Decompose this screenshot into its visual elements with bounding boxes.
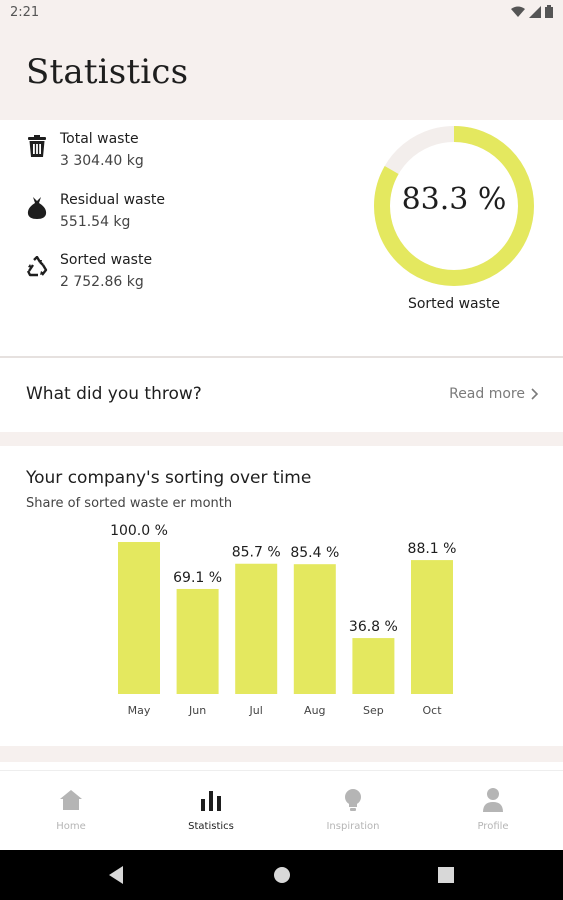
nav-label: Home: [56, 821, 86, 832]
bar-jun: [176, 588, 219, 694]
read-more-label: Read more: [449, 386, 525, 402]
system-navigation-bar: [0, 850, 563, 900]
read-more-link[interactable]: Read more: [449, 386, 539, 402]
nav-label: Profile: [477, 821, 509, 832]
lightbulb-icon: [345, 789, 361, 811]
waste-label: Sorted waste: [60, 252, 153, 268]
bar-may: [118, 542, 160, 694]
profile-icon: [483, 788, 503, 812]
signal-icon: [529, 5, 541, 18]
nav-label: Inspiration: [326, 821, 380, 832]
back-icon[interactable]: [107, 865, 125, 885]
donut-caption: Sorted waste: [407, 296, 501, 312]
x-tick-label: Oct: [422, 704, 442, 717]
nav-home[interactable]: Home: [11, 785, 131, 832]
chevron-right-icon: [531, 388, 539, 400]
bar-chart-icon: [201, 791, 221, 811]
x-tick-label: Jul: [249, 704, 263, 717]
bar-aug: [293, 564, 336, 694]
bar-value-label: 69.1 %: [173, 570, 222, 586]
chart-subtitle: Share of sorted waste er month: [26, 496, 233, 511]
app-bar: Statistics: [0, 26, 563, 120]
battery-icon: [545, 5, 553, 18]
bar-value-label: 85.4 %: [290, 545, 339, 561]
home-circle-icon[interactable]: [272, 865, 292, 885]
x-tick-label: May: [128, 704, 151, 717]
page-title: Statistics: [26, 52, 189, 92]
x-tick-label: Sep: [363, 704, 384, 717]
waste-label: Residual waste: [60, 192, 165, 208]
status-icons: [511, 5, 553, 18]
trash-bin-icon: [26, 132, 48, 160]
waste-item-residual: Residual waste 551.54 kg: [26, 191, 165, 231]
waste-value: 3 304.40 kg: [60, 153, 144, 169]
what-did-you-throw-card[interactable]: What did you throw? Read more: [0, 358, 563, 432]
recents-icon[interactable]: [437, 865, 455, 885]
sorting-bar-chart: 100.0 % May 69.1 % Jun 85.7 % Jul 85.4 % Aug 36.…: [110, 523, 457, 717]
donut-percentage: 83.3 %: [401, 182, 507, 217]
bottom-navigation: Home Statistics Inspiration Profile: [0, 770, 563, 850]
waste-value: 2 752.86 kg: [60, 274, 144, 290]
status-time: 2:21: [10, 5, 40, 20]
waste-label: Total waste: [60, 131, 139, 147]
bar-value-label: 88.1 %: [408, 541, 457, 557]
bar-oct: [411, 560, 453, 694]
bar-value-label: 85.7 %: [232, 545, 281, 561]
waste-value: 551.54 kg: [60, 214, 131, 230]
bar-jul: [235, 563, 278, 694]
x-tick-label: Aug: [304, 704, 325, 717]
home-icon: [60, 790, 82, 810]
nav-profile[interactable]: Profile: [433, 785, 553, 832]
bar-sep: [352, 638, 395, 694]
waste-item-total: Total waste 3 304.40 kg: [26, 130, 144, 170]
nav-label: Statistics: [188, 821, 234, 832]
x-tick-label: Jun: [188, 704, 206, 717]
waste-summary-card: Total waste 3 304.40 kg Residual waste 5…: [0, 120, 563, 356]
garbage-bag-icon: [26, 193, 48, 221]
status-bar: 2:21: [0, 0, 563, 26]
throw-question: What did you throw?: [26, 384, 202, 404]
nav-inspiration[interactable]: Inspiration: [293, 785, 413, 832]
bar-value-label: 100.0 %: [110, 523, 168, 539]
nav-statistics[interactable]: Statistics: [151, 785, 271, 832]
bar-value-label: 36.8 %: [349, 619, 398, 635]
wifi-icon: [511, 6, 525, 17]
next-card-peek: [0, 762, 563, 770]
sorting-over-time-card: 100.0 % May 69.1 % Jun 85.7 % Jul 85.4 % Aug 36.…: [0, 446, 563, 746]
waste-item-sorted: Sorted waste 2 752.86 kg: [26, 251, 152, 291]
chart-title: Your company's sorting over time: [26, 468, 312, 488]
recycle-icon: [26, 253, 48, 281]
